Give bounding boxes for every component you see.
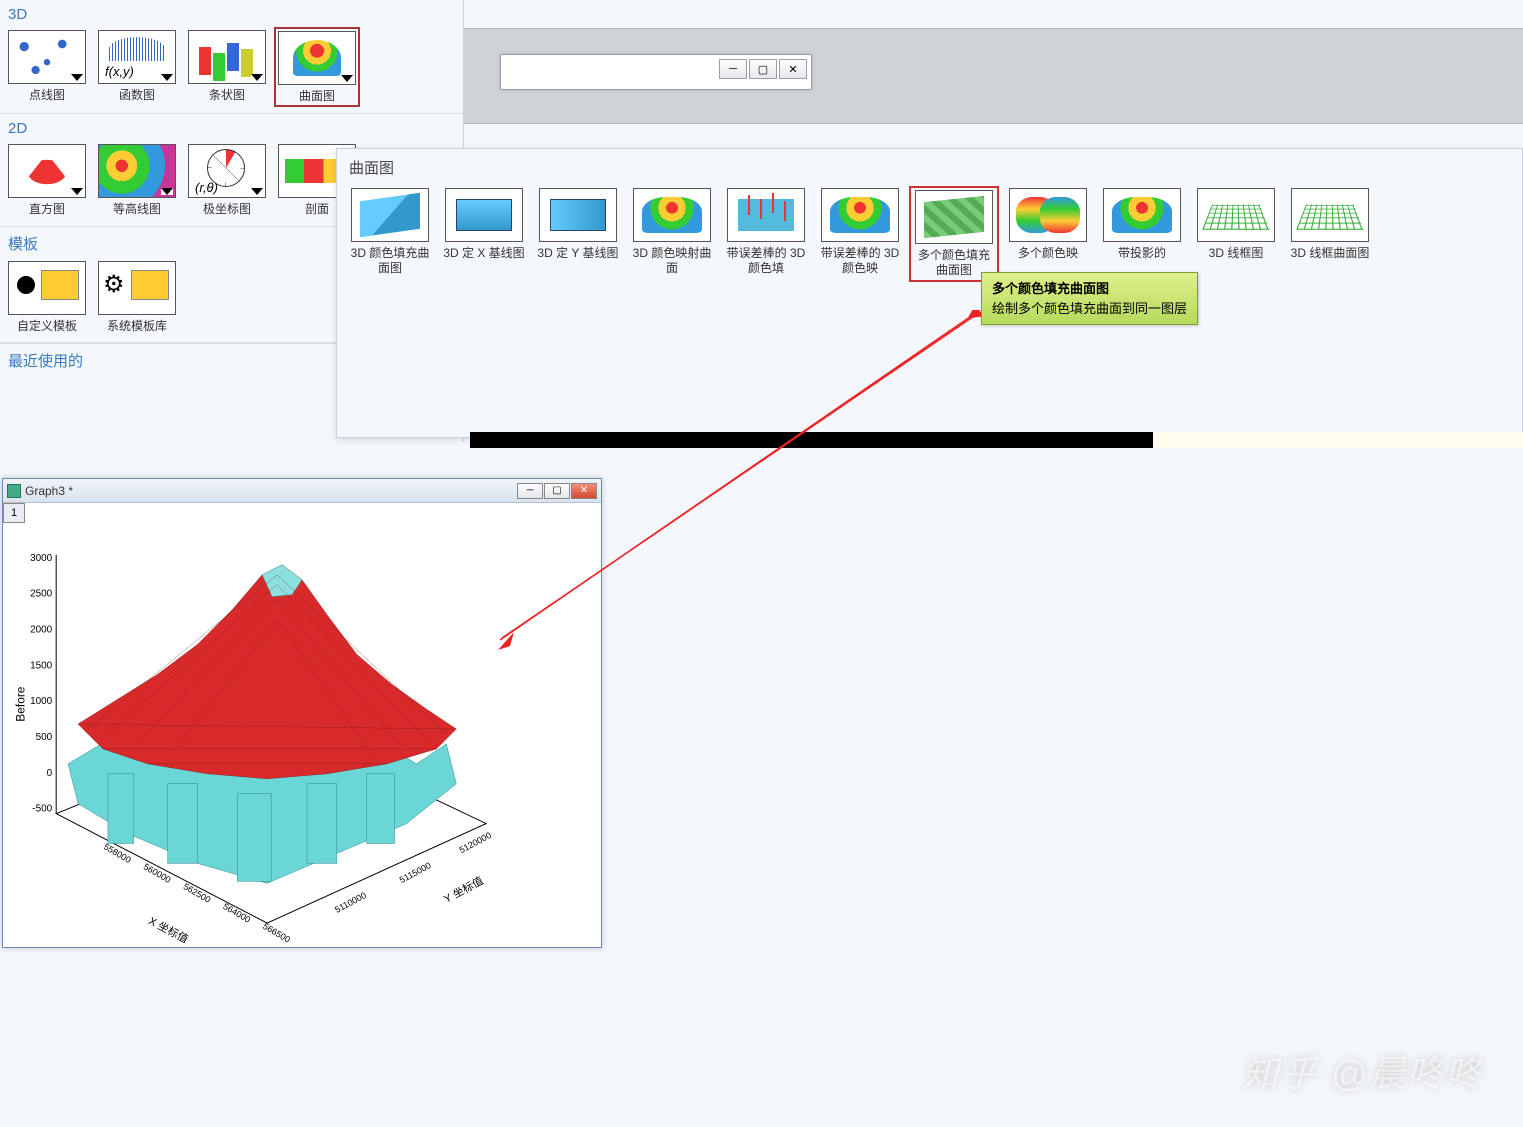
wireframe-icon xyxy=(1197,188,1275,242)
z-tick: 500 xyxy=(36,732,53,743)
graph-window[interactable]: Graph3 * ─ ▢ ✕ 1 3000 2500 2000 1500 100… xyxy=(2,478,602,948)
projection-surface-icon xyxy=(1103,188,1181,242)
errorbar-colormap-icon xyxy=(821,188,899,242)
item-3d-bars[interactable]: 条状图 xyxy=(184,27,270,107)
errorbar-fill-icon xyxy=(727,188,805,242)
user-template-icon xyxy=(8,261,86,315)
z-tick: -500 xyxy=(32,804,52,815)
item-2d-histogram[interactable]: 直方图 xyxy=(4,141,90,219)
y-tick: 5110000 xyxy=(333,890,368,915)
status-bar-dark xyxy=(470,432,1153,448)
graph-close-button[interactable]: ✕ xyxy=(571,483,597,499)
graph-minimize-button[interactable]: ─ xyxy=(517,483,543,499)
minimize-button[interactable]: ─ xyxy=(719,59,747,79)
row-3d: 点线图 函数图 条状图 曲面图 xyxy=(0,25,463,114)
fly-multi-color-fill[interactable]: 多个颜色填充曲面图 xyxy=(909,186,999,282)
scatter-3d-icon xyxy=(8,30,86,84)
fly-3d-error-colormap[interactable]: 带误差棒的 3D 颜色映 xyxy=(815,186,905,282)
z-axis-label: Before xyxy=(13,686,27,722)
y-tick: 5115000 xyxy=(398,860,433,885)
z-tick: 0 xyxy=(47,768,53,779)
z-tick: 3000 xyxy=(30,553,53,564)
x-tick: 562500 xyxy=(182,881,213,905)
x-axis-label: X 坐标值 xyxy=(146,913,191,943)
surface-upper xyxy=(78,565,456,779)
graph-window-icon xyxy=(7,484,21,498)
tooltip-title: 多个颜色填充曲面图 xyxy=(992,279,1187,299)
graph-titlebar[interactable]: Graph3 * ─ ▢ ✕ xyxy=(3,479,601,503)
color-fill-surface-icon xyxy=(351,188,429,242)
function-3d-icon xyxy=(98,30,176,84)
fly-3d-colormap[interactable]: 3D 颜色映射曲面 xyxy=(627,186,717,282)
y-base-surface-icon xyxy=(539,188,617,242)
z-tick: 2500 xyxy=(30,589,53,600)
gear-template-icon xyxy=(98,261,176,315)
fly-3d-y-base[interactable]: 3D 定 Y 基线图 xyxy=(533,186,623,282)
layer-tab[interactable]: 1 xyxy=(3,503,25,523)
z-tick: 1000 xyxy=(30,696,53,707)
x-base-surface-icon xyxy=(445,188,523,242)
fly-wireframe[interactable]: 3D 线框图 xyxy=(1191,186,1281,282)
close-button[interactable]: ✕ xyxy=(779,59,807,79)
item-system-template[interactable]: 系统模板库 xyxy=(94,258,180,336)
item-3d-scatter[interactable]: 点线图 xyxy=(4,27,90,107)
bars-3d-icon xyxy=(188,30,266,84)
surface-flyout-panel: 曲面图 3D 颜色填充曲面图 3D 定 X 基线图 3D 定 Y 基线图 3D … xyxy=(336,148,1523,438)
item-3d-surface[interactable]: 曲面图 xyxy=(274,27,360,107)
tooltip: 多个颜色填充曲面图 绘制多个颜色填充曲面到同一图层 xyxy=(981,272,1198,325)
child-window-chrome: ─ ▢ ✕ xyxy=(500,54,812,90)
fly-3d-color-fill[interactable]: 3D 颜色填充曲面图 xyxy=(345,186,435,282)
plot-3d-surface[interactable]: 3000 2500 2000 1500 1000 500 0 -500 Befo… xyxy=(7,525,597,943)
fly-wireframe-surface[interactable]: 3D 线框曲面图 xyxy=(1285,186,1375,282)
x-tick: 560000 xyxy=(142,861,173,885)
item-3d-function[interactable]: 函数图 xyxy=(94,27,180,107)
section-title-2d: 2D xyxy=(0,114,463,139)
colormap-surface-icon xyxy=(633,188,711,242)
flyout-title: 曲面图 xyxy=(337,149,1522,182)
section-title-3d: 3D xyxy=(0,0,463,25)
maximize-button[interactable]: ▢ xyxy=(749,59,777,79)
status-bar-text xyxy=(1153,432,1523,448)
x-tick: 566500 xyxy=(261,921,292,943)
y-axis-label: Y 坐标值 xyxy=(441,873,486,906)
surface-3d-icon xyxy=(278,31,356,85)
item-custom-template[interactable]: 自定义模板 xyxy=(4,258,90,336)
contour-icon xyxy=(98,144,176,198)
fly-projection[interactable]: 带投影的 xyxy=(1097,186,1187,282)
z-tick: 1500 xyxy=(30,660,53,671)
multi-colormap-icon xyxy=(1009,188,1087,242)
graph-title: Graph3 * xyxy=(25,484,517,498)
x-tick: 564000 xyxy=(221,901,252,925)
fly-3d-error-fill[interactable]: 带误差棒的 3D 颜色填 xyxy=(721,186,811,282)
item-2d-polar[interactable]: 极坐标图 xyxy=(184,141,270,219)
watermark: 知乎 @晨咚咚 xyxy=(1242,1045,1483,1097)
wireframe-surface-icon xyxy=(1291,188,1369,242)
graph-maximize-button[interactable]: ▢ xyxy=(544,483,570,499)
fly-3d-x-base[interactable]: 3D 定 X 基线图 xyxy=(439,186,529,282)
multi-color-fill-icon xyxy=(915,190,993,244)
histogram-icon xyxy=(8,144,86,198)
z-tick: 2000 xyxy=(30,624,53,635)
tooltip-desc: 绘制多个颜色填充曲面到同一图层 xyxy=(992,299,1187,319)
polar-icon xyxy=(188,144,266,198)
fly-multi-colormap[interactable]: 多个颜色映 xyxy=(1003,186,1093,282)
flyout-grid: 3D 颜色填充曲面图 3D 定 X 基线图 3D 定 Y 基线图 3D 颜色映射… xyxy=(337,182,1522,286)
item-2d-contour[interactable]: 等高线图 xyxy=(94,141,180,219)
